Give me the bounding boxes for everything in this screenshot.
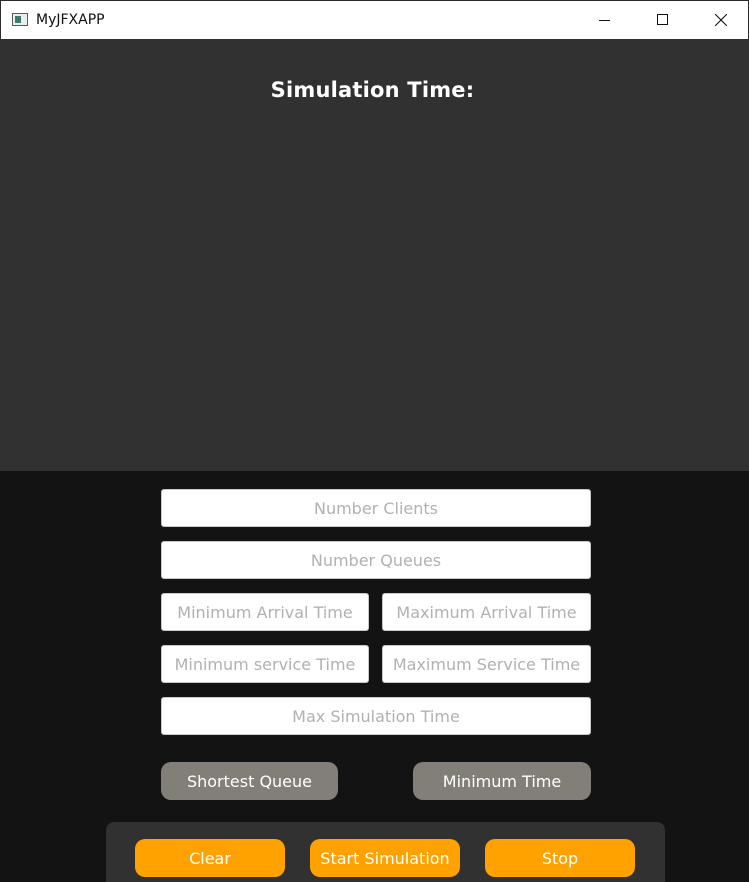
action-bar: Clear Start Simulation Stop	[106, 822, 665, 882]
shortest-queue-button[interactable]: Shortest Queue	[161, 762, 338, 800]
max-arrival-time-input[interactable]	[382, 593, 591, 631]
number-clients-input[interactable]	[161, 489, 591, 527]
max-simulation-time-input[interactable]	[161, 697, 591, 735]
minimize-button[interactable]	[582, 1, 628, 39]
simulation-panel: Simulation Time:	[0, 39, 749, 471]
min-arrival-time-input[interactable]	[161, 593, 369, 631]
window-titlebar: MyJFXAPP	[0, 0, 749, 39]
window-title: MyJFXAPP	[36, 12, 105, 28]
app-window-icon	[12, 13, 28, 26]
number-queues-input[interactable]	[161, 541, 591, 579]
maximize-icon	[657, 14, 668, 25]
clear-button[interactable]: Clear	[135, 839, 285, 877]
simulation-time-label: Simulation Time:	[270, 78, 475, 102]
minimum-time-button[interactable]: Minimum Time	[413, 762, 591, 800]
minimize-icon	[599, 20, 610, 21]
maximize-button[interactable]	[640, 1, 686, 39]
start-simulation-button[interactable]: Start Simulation	[310, 839, 460, 877]
close-button[interactable]	[698, 1, 744, 39]
min-service-time-input[interactable]	[161, 645, 369, 683]
close-icon	[715, 14, 727, 26]
max-service-time-input[interactable]	[382, 645, 591, 683]
stop-button[interactable]: Stop	[485, 839, 635, 877]
